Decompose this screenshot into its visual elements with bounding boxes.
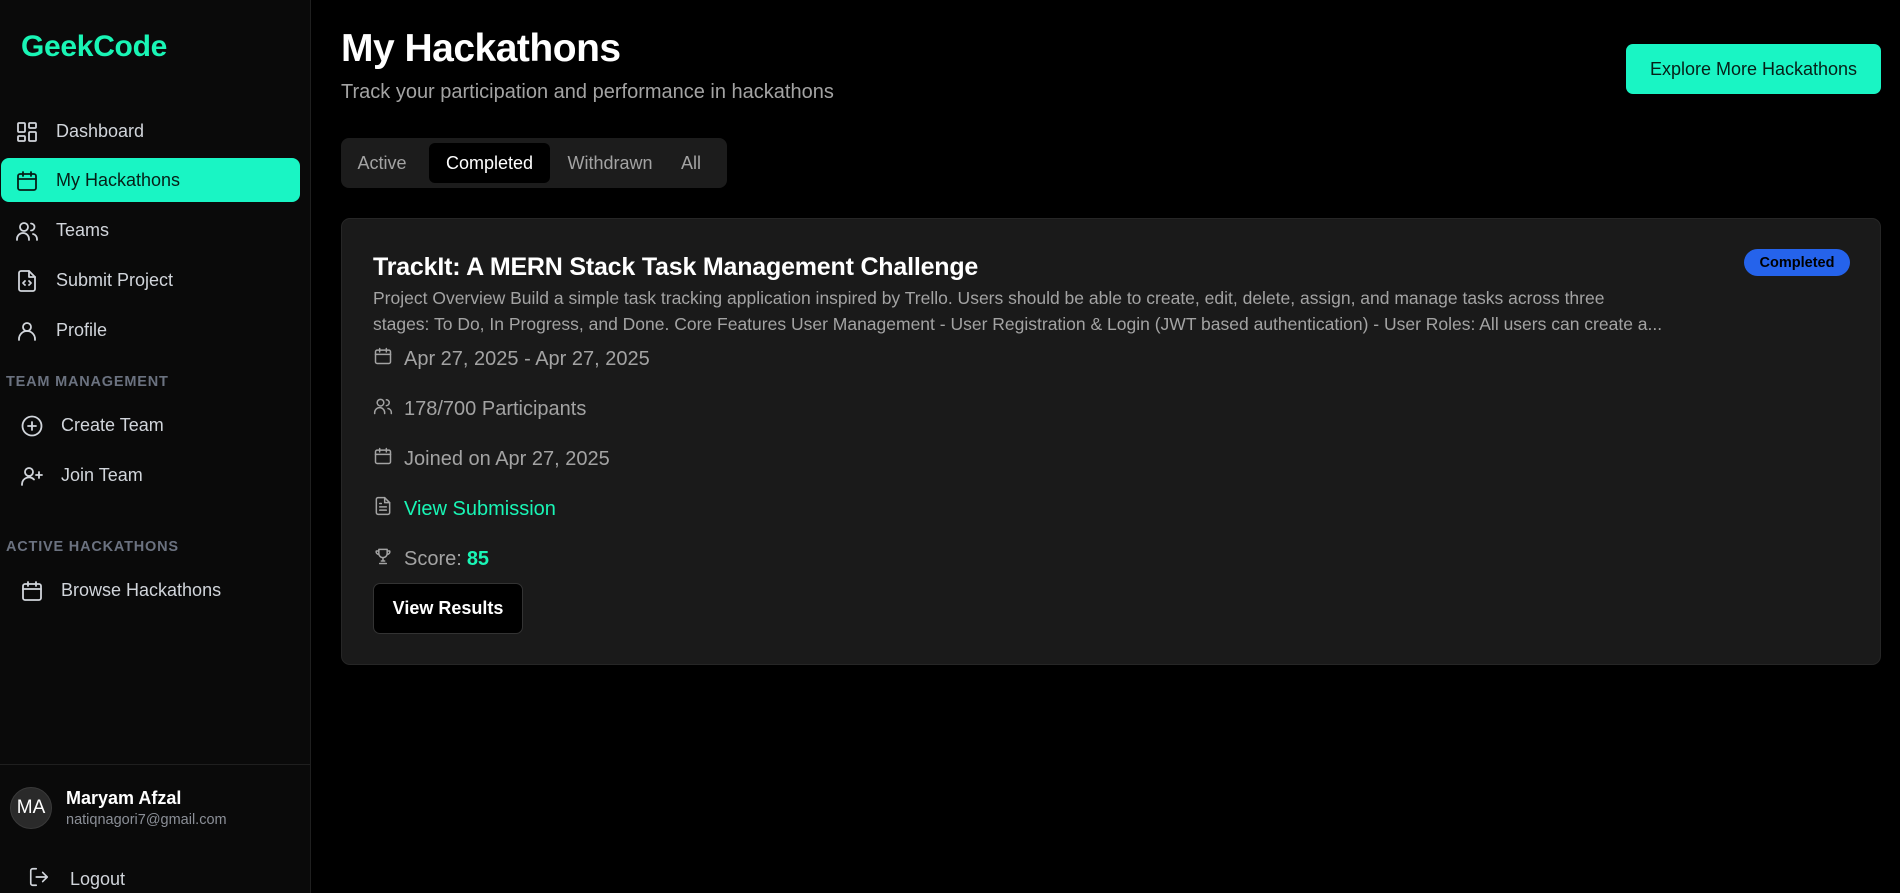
participants-text: 178/700 Participants (404, 397, 587, 420)
plus-circle-icon (20, 414, 44, 438)
sidebar-item-teams[interactable]: Teams (1, 208, 300, 252)
user-panel: MA Maryam Afzal natiqnagori7@gmail.com L… (0, 764, 311, 893)
hackathon-title: TrackIt: A MERN Stack Task Management Ch… (373, 253, 979, 281)
hackathon-joined-date: Joined on Apr 27, 2025 (373, 444, 610, 474)
description-line: stages: To Do, In Progress, and Done. Co… (373, 314, 1663, 334)
users-icon (15, 219, 39, 243)
brand-logo[interactable]: GeekCode (21, 30, 167, 64)
score-value: 85 (466, 547, 490, 570)
file-code-icon (15, 269, 39, 293)
sidebar-item-create-team[interactable]: Create Team (1, 403, 300, 447)
sidebar-item-label: Submit Project (56, 269, 174, 290)
user-icon (15, 319, 39, 343)
active-hackathons-heading: ACTIVE HACKATHONS (6, 539, 179, 555)
logout-label: Logout (70, 868, 126, 889)
page-subtitle: Track your participation and performance… (341, 81, 834, 103)
file-text-icon (373, 496, 393, 522)
calendar-icon (373, 446, 393, 472)
status-tabs: Active Completed Withdrawn All (341, 138, 727, 188)
main-content: My Hackathons Track your participation a… (311, 0, 1900, 893)
trophy-icon (373, 546, 393, 572)
sidebar-item-label: Join Team (61, 464, 143, 485)
logout-icon (28, 866, 50, 893)
explore-more-hackathons-button[interactable]: Explore More Hackathons (1626, 44, 1881, 94)
hackathon-participants: 178/700 Participants (373, 394, 586, 424)
view-submission-row: View Submission (373, 494, 556, 524)
tab-active[interactable]: Active (348, 143, 416, 183)
calendar-icon (373, 346, 393, 372)
score-label: Score: (404, 547, 462, 570)
avatar[interactable]: MA (10, 787, 52, 829)
dashboard-grid-icon (15, 120, 39, 144)
hackathon-description: Project Overview Build a simple task tra… (373, 285, 1753, 337)
hackathon-dates: Apr 27, 2025 - Apr 27, 2025 (373, 344, 650, 374)
sidebar-item-label: Dashboard (56, 120, 145, 141)
sidebar-item-dashboard[interactable]: Dashboard (1, 109, 300, 153)
users-icon (373, 396, 393, 422)
tab-withdrawn[interactable]: Withdrawn (557, 143, 663, 183)
calendar-icon (15, 169, 39, 193)
sidebar-item-label: Browse Hackathons (61, 579, 222, 600)
tab-completed[interactable]: Completed (429, 143, 550, 183)
tab-all[interactable]: All (668, 143, 714, 183)
sidebar-item-join-team[interactable]: Join Team (1, 453, 300, 497)
hackathon-card: TrackIt: A MERN Stack Task Management Ch… (341, 218, 1881, 665)
user-name: Maryam Afzal (66, 788, 182, 808)
sidebar-item-label: Teams (56, 219, 110, 240)
logout-button[interactable]: Logout (28, 866, 125, 892)
score-row: Score: 85 (373, 544, 489, 574)
dates-text: Apr 27, 2025 - Apr 27, 2025 (404, 347, 650, 370)
sidebar-item-browse-hackathons[interactable]: Browse Hackathons (1, 568, 300, 612)
team-management-heading: TEAM MANAGEMENT (6, 374, 169, 390)
page-title: My Hackathons (341, 27, 621, 70)
calendar-icon (20, 579, 44, 603)
view-results-button[interactable]: View Results (373, 583, 523, 634)
sidebar-item-label: Create Team (61, 414, 164, 435)
sidebar-item-label: Profile (56, 319, 108, 340)
sidebar: GeekCode Dashboard My Hackathons Teams S… (0, 0, 311, 893)
joined-text: Joined on Apr 27, 2025 (404, 447, 610, 470)
sidebar-item-profile[interactable]: Profile (1, 308, 300, 352)
sidebar-item-label: My Hackathons (56, 169, 181, 190)
description-line: Project Overview Build a simple task tra… (373, 288, 1605, 308)
user-plus-icon (20, 464, 44, 488)
view-submission-link[interactable]: View Submission (404, 498, 556, 521)
sidebar-item-submit-project[interactable]: Submit Project (1, 258, 300, 302)
status-badge: Completed (1744, 249, 1850, 276)
sidebar-item-my-hackathons[interactable]: My Hackathons (1, 158, 300, 202)
user-email: natiqnagori7@gmail.com (66, 812, 227, 828)
